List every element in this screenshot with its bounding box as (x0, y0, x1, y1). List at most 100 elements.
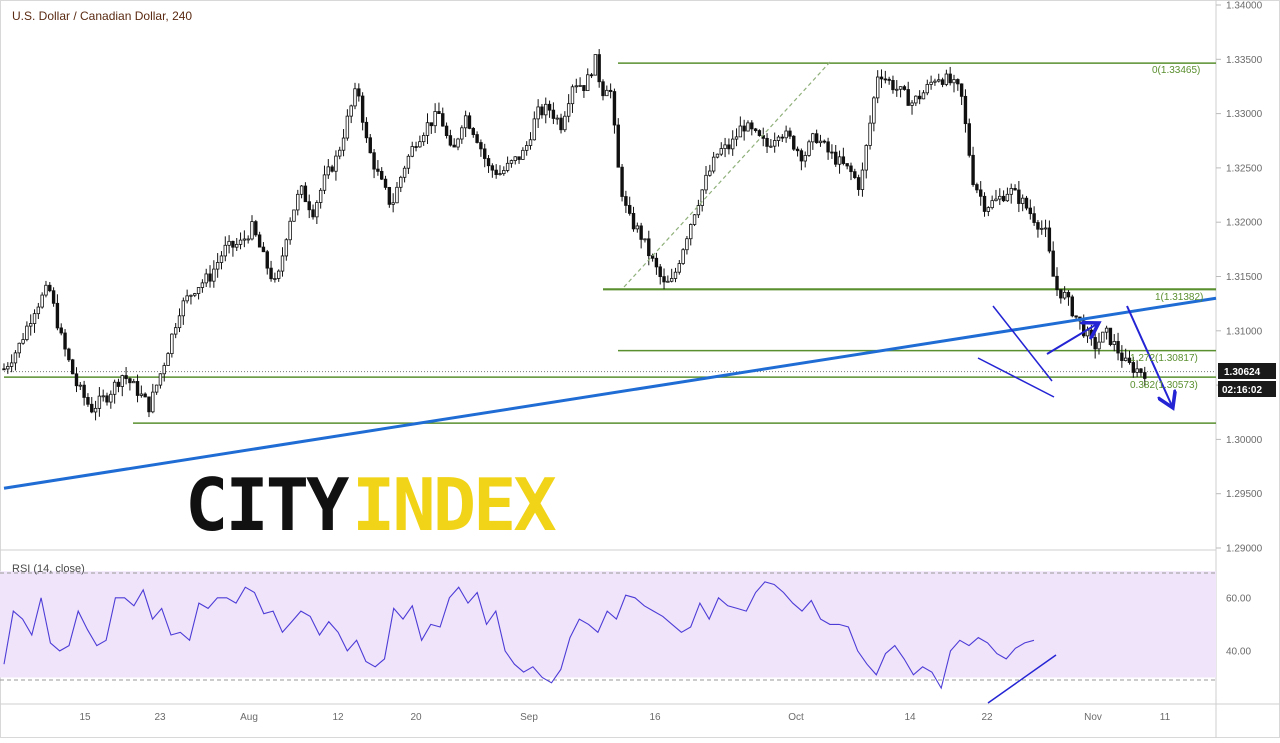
candle-body (578, 85, 582, 87)
time-tick-label: Sep (520, 712, 538, 723)
candle-body (215, 262, 220, 270)
candle-body (975, 184, 979, 191)
candle-body (494, 169, 498, 175)
candle-body (383, 178, 388, 188)
candle-body (292, 209, 296, 222)
candle-body (284, 239, 289, 257)
candle-body (318, 189, 323, 203)
candle-body (582, 85, 586, 92)
candle-body (841, 156, 846, 164)
time-tick-label: 16 (649, 712, 661, 723)
candle-body (261, 246, 266, 253)
candle-body (898, 86, 903, 90)
candle-body (231, 240, 235, 248)
candle-body (803, 155, 807, 162)
candle-body (410, 146, 414, 157)
candle-body (257, 234, 262, 248)
candle-body (460, 127, 464, 140)
price-chart[interactable]: U.S. Dollar / Canadian Dollar, 240 RSI (… (0, 0, 1280, 738)
candle-body (170, 333, 174, 355)
candle-body (727, 144, 731, 150)
candle-body (795, 148, 800, 152)
time-tick-label: 14 (904, 712, 916, 723)
candle-body (391, 202, 395, 205)
candle-body (395, 186, 399, 204)
candle-body (402, 167, 407, 178)
candle-body (998, 195, 1002, 200)
candle-body (479, 142, 483, 150)
candle-body (223, 244, 227, 257)
candle-body (429, 122, 434, 127)
candle-body (979, 189, 983, 197)
candle-body (151, 391, 155, 413)
candle-body (1135, 368, 1139, 373)
candle-body (505, 162, 510, 171)
candle-body (341, 137, 346, 151)
candle-body (269, 267, 273, 280)
candle-body (967, 123, 971, 156)
candle-body (731, 138, 735, 150)
candle-body (776, 136, 781, 141)
candle-body (982, 195, 987, 212)
candle-body (704, 174, 708, 191)
candle-body (254, 221, 258, 236)
candle-body (746, 122, 750, 132)
candle-body (70, 359, 75, 375)
candle-body (173, 327, 178, 335)
fib-label-0: 0(1.33465) (1152, 65, 1200, 76)
candle-body (1009, 188, 1013, 195)
candle-body (353, 88, 357, 107)
candle-body (608, 89, 613, 92)
candle-body (212, 268, 216, 282)
countdown-label: 02:16:02 (1222, 385, 1262, 396)
candle-body (364, 121, 369, 139)
candle-body (421, 135, 426, 143)
candle-body (856, 177, 861, 190)
candle-body (1020, 197, 1025, 204)
candle-body (937, 79, 941, 82)
candle-body (1143, 372, 1147, 379)
candle-body (299, 185, 304, 195)
candle-body (589, 74, 594, 77)
candle-body (849, 165, 853, 173)
candle-body (93, 407, 98, 413)
candle-body (21, 339, 25, 344)
candle-body (555, 117, 559, 120)
candle-body (162, 365, 166, 375)
candle-body (811, 133, 815, 143)
candle-body (586, 74, 590, 92)
candle-body (906, 89, 910, 106)
candle-body (242, 238, 247, 241)
candle-body (303, 185, 308, 203)
candle-body (238, 239, 243, 245)
candle-body (887, 78, 891, 81)
candle-body (544, 103, 548, 116)
candle-body (917, 95, 922, 100)
chart-container[interactable]: U.S. Dollar / Canadian Dollar, 240 RSI (… (0, 0, 1280, 738)
candle-body (273, 278, 277, 280)
candle-body (502, 170, 506, 175)
candle-body (128, 378, 132, 384)
candle-body (1062, 291, 1067, 299)
candle-body (109, 393, 113, 403)
candle-body (517, 156, 521, 160)
candle-body (189, 294, 193, 297)
candle-body (276, 270, 281, 279)
candle-body (765, 137, 769, 147)
candle-body (593, 54, 598, 76)
candle-body (1055, 275, 1059, 290)
candle-body (1116, 341, 1120, 354)
candle-body (483, 148, 487, 159)
candle-body (1074, 315, 1078, 318)
candle-body (59, 327, 63, 334)
candle-body (784, 130, 788, 139)
price-tick-label: 1.31500 (1226, 272, 1263, 283)
candle-body (166, 353, 170, 366)
candle-body (315, 202, 319, 218)
time-tick-label: 23 (154, 712, 166, 723)
city-index-logo: CITY INDEX (185, 463, 559, 547)
candle-body (772, 140, 777, 147)
candle-body (425, 122, 430, 136)
candle-body (933, 80, 937, 83)
candle-body (1024, 197, 1029, 209)
